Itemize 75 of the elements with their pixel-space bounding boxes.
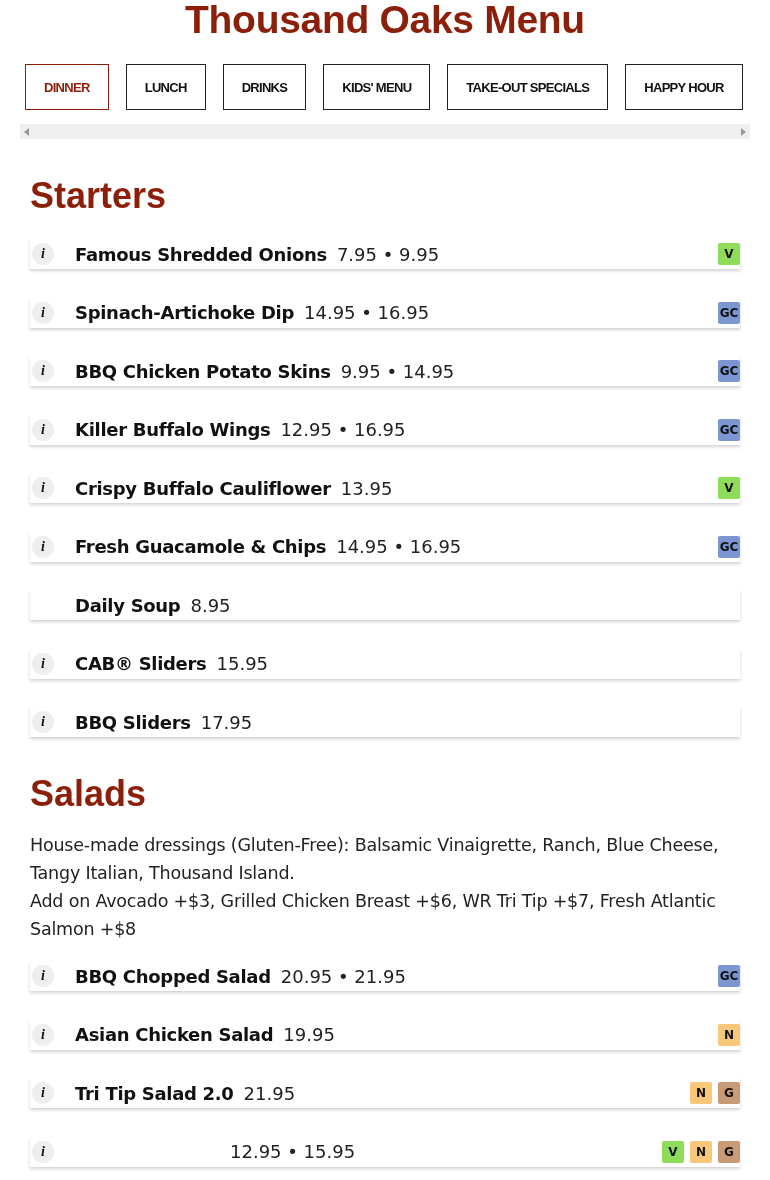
menu-tab[interactable]: DINNER xyxy=(25,64,109,110)
info-button[interactable]: i xyxy=(32,360,54,382)
item-price: 13.95 xyxy=(340,477,393,499)
menu-item-row[interactable]: i 12.95 • 15.95 V N G xyxy=(30,1136,740,1167)
item-price: 12.95 • 16.95 xyxy=(280,419,406,440)
info-button[interactable]: i xyxy=(32,301,54,324)
item-name: Fresh Guacamole & Chips xyxy=(75,536,327,557)
section-note: Add on Avocado +$3, Grilled Chicken Breast +$6, WR Tri Tip +$7, Fresh Atlantic Salmon +$8 xyxy=(30,890,717,941)
diet-tag: V xyxy=(718,477,740,499)
menu-item-row[interactable]: i Spinach-Artichoke Dip 14.95 • 16.95 GC xyxy=(30,297,740,328)
section-heading: Starters xyxy=(30,175,168,217)
diet-tag: V xyxy=(662,1140,684,1163)
section-note: House-made dressings (Gluten-Free): Balsamic Vinaigrette, Ranch, Blue Cheese, Tangy Italian, Thousand Island. xyxy=(30,834,720,885)
menu-item-row[interactable]: i Killer Buffalo Wings 12.95 • 16.95 GC xyxy=(30,414,740,445)
page-title: Thousand Oaks Menu xyxy=(184,0,586,43)
info-button[interactable]: i xyxy=(32,477,54,499)
item-price: 14.95 • 16.95 xyxy=(304,302,430,323)
diet-tag: N xyxy=(690,1140,712,1163)
menu-item-row[interactable]: i Asian Chicken Salad 19.95 N xyxy=(30,1019,740,1050)
diet-tag: N xyxy=(690,1082,712,1104)
item-name: Famous Shredded Onions xyxy=(75,243,327,265)
menu-item-row[interactable]: i Tri Tip Salad 2.0 21.95 N G xyxy=(30,1078,740,1108)
diet-tag: V xyxy=(718,243,740,265)
info-button[interactable]: i xyxy=(32,243,54,265)
info-button[interactable]: i xyxy=(32,652,54,675)
menu-tab[interactable]: LUNCH xyxy=(125,64,206,110)
item-price: 8.95 xyxy=(190,594,231,616)
item-price: 14.95 • 16.95 xyxy=(336,536,462,557)
diet-tag: GC xyxy=(718,418,740,441)
item-name: Asian Chicken Salad xyxy=(75,1024,274,1045)
menu-item-row[interactable]: i Fresh Guacamole & Chips 14.95 • 16.95 GC xyxy=(30,531,740,562)
menu-item-row[interactable]: i Crispy Buffalo Cauliflower 13.95 V xyxy=(30,473,740,503)
diet-tag: N xyxy=(718,1023,740,1046)
info-button[interactable]: i xyxy=(32,418,54,441)
menu-tab[interactable]: HAPPY HOUR xyxy=(625,64,743,110)
item-price: 12.95 • 15.95 xyxy=(230,1141,356,1162)
item-name: Tri Tip Salad 2.0 xyxy=(75,1082,234,1104)
menu-item-row[interactable]: i CAB® Sliders 15.95 xyxy=(30,648,740,679)
info-button[interactable]: i xyxy=(32,1082,54,1104)
item-name: BBQ Chicken Potato Skins xyxy=(75,360,331,382)
item-price: 21.95 xyxy=(243,1082,296,1104)
menu-item-row[interactable]: i BBQ Sliders 17.95 xyxy=(30,707,740,737)
item-name: BBQ Sliders xyxy=(75,711,191,733)
info-button[interactable]: i xyxy=(32,711,54,733)
info-button[interactable]: i xyxy=(32,1140,54,1163)
section-heading: Salads xyxy=(30,773,148,815)
diet-tag: G xyxy=(718,1140,740,1163)
info-button[interactable]: i xyxy=(32,535,54,558)
menu-item-row[interactable]: i Famous Shredded Onions 7.95 • 9.95 V xyxy=(30,239,740,269)
diet-tag: GC xyxy=(718,535,740,558)
item-price: 7.95 • 9.95 xyxy=(336,243,440,265)
item-price: 20.95 • 21.95 xyxy=(280,965,406,987)
item-name: Spinach-Artichoke Dip xyxy=(75,302,295,323)
info-button[interactable]: i xyxy=(32,1023,54,1046)
menu-tab[interactable]: DRINKS xyxy=(222,64,307,110)
menu-item-row[interactable]: i BBQ Chicken Potato Skins 9.95 • 14.95 GC xyxy=(30,356,740,386)
item-price: 15.95 xyxy=(216,653,269,674)
item-price: 19.95 xyxy=(283,1024,335,1045)
item-name: Daily Soup xyxy=(75,594,181,616)
item-name: Killer Buffalo Wings xyxy=(75,419,271,440)
menu-tab[interactable]: TAKE-OUT SPECIALS xyxy=(447,64,609,110)
diet-tag: GC xyxy=(718,360,740,382)
menu-item-row[interactable]: i BBQ Chopped Salad 20.95 • 21.95 GC xyxy=(30,961,740,991)
menu-tab[interactable]: KIDS' MENU xyxy=(323,64,431,110)
item-price: 17.95 xyxy=(200,711,253,733)
item-name: BBQ Chopped Salad xyxy=(75,965,271,987)
menu-item-row[interactable]: Daily Soup 8.95 xyxy=(30,590,740,620)
diet-tag: GC xyxy=(718,301,740,324)
diet-tag: G xyxy=(718,1082,740,1104)
diet-tag: GC xyxy=(718,965,740,987)
info-button[interactable]: i xyxy=(32,965,54,987)
item-name: Crispy Buffalo Cauliflower xyxy=(75,477,331,499)
item-name: CAB® Sliders xyxy=(75,653,207,674)
item-price: 9.95 • 14.95 xyxy=(340,360,455,382)
scrollbar[interactable] xyxy=(20,124,750,139)
